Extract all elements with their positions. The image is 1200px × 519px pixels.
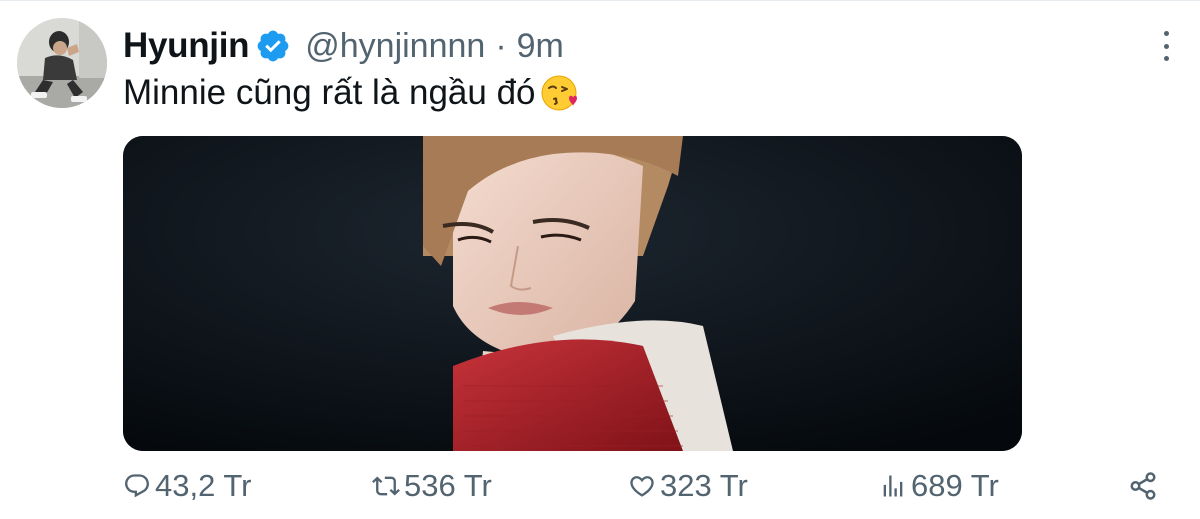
- more-vertical-icon[interactable]: [1158, 31, 1174, 61]
- views-count: 689 Tr: [911, 468, 999, 503]
- display-name[interactable]: Hyunjin: [123, 26, 250, 66]
- tweet-text: Minnie cũng rất là ngầu đó: [123, 73, 580, 113]
- tweet-photo[interactable]: [123, 136, 1022, 451]
- reply-button[interactable]: 43,2 Tr: [123, 463, 252, 509]
- retweet-button[interactable]: 536 Tr: [372, 463, 492, 509]
- avatar[interactable]: [17, 18, 107, 108]
- reply-count: 43,2 Tr: [155, 468, 252, 503]
- reply-icon: [125, 474, 149, 498]
- more-dot: [1163, 56, 1169, 61]
- retweet-icon: [372, 476, 400, 496]
- user-handle[interactable]: @hynjinnnn: [305, 27, 485, 66]
- separator-dot: ·: [495, 26, 507, 65]
- like-button[interactable]: 323 Tr: [628, 463, 748, 509]
- tweet-actions: 43,2 Tr 536 Tr 323 Tr 689 Tr: [123, 463, 1200, 509]
- retweet-count: 536 Tr: [404, 468, 492, 503]
- more-dot: [1163, 31, 1169, 36]
- views-button[interactable]: 689 Tr: [879, 463, 999, 509]
- face-blowing-a-kiss-icon: [540, 73, 580, 113]
- views-icon: [883, 475, 903, 497]
- timestamp[interactable]: 9m: [517, 27, 564, 66]
- like-count: 323 Tr: [660, 468, 748, 503]
- share-icon: [1130, 472, 1156, 500]
- share-button[interactable]: [1128, 463, 1162, 509]
- tweet-card[interactable]: Hyunjin @hynjinnnn · 9m Minnie cũng rất …: [0, 0, 1200, 519]
- tweet-header: Hyunjin @hynjinnnn · 9m: [123, 23, 564, 69]
- verified-badge-icon: [255, 28, 291, 64]
- more-dot: [1163, 43, 1169, 49]
- tweet-text-content: Minnie cũng rất là ngầu đó: [123, 73, 536, 112]
- heart-icon: [630, 476, 654, 497]
